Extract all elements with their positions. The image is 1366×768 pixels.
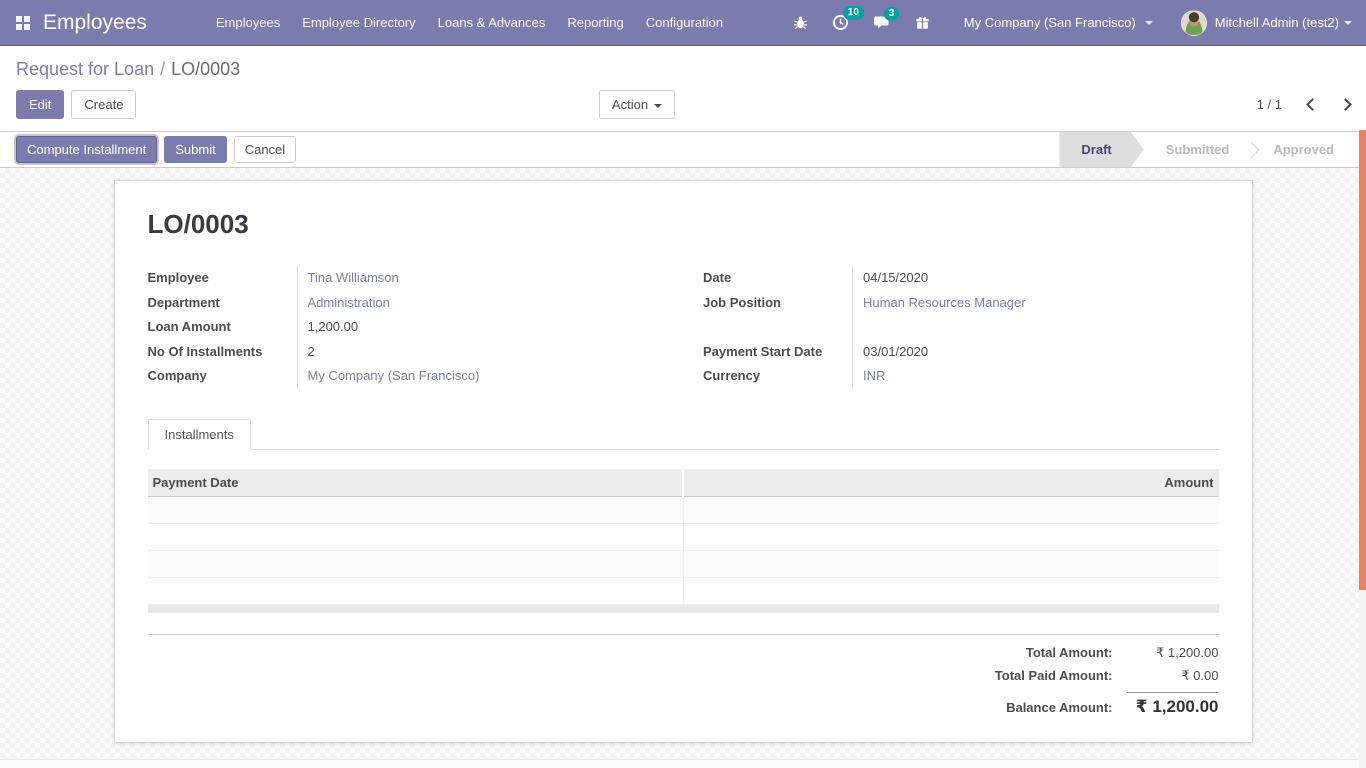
company-name: My Company (San Francisco)	[964, 15, 1136, 30]
app-brand[interactable]: Employees	[43, 11, 147, 35]
table-row	[148, 550, 1219, 577]
field-payment-start-date: Payment Start Date 03/01/2020	[703, 340, 1219, 365]
installments-table: Payment Date Amount	[148, 469, 1219, 605]
messages-button[interactable]: 3	[873, 15, 891, 31]
menu-configuration[interactable]: Configuration	[635, 0, 734, 46]
record-title: LO/0003	[148, 209, 1219, 240]
activities-button[interactable]: 10	[832, 14, 849, 31]
main-menu: Employees Employee Directory Loans & Adv…	[205, 0, 734, 46]
apps-grid-icon	[16, 16, 30, 30]
bug-icon	[793, 15, 808, 30]
pager-value: 1 / 1	[1257, 97, 1282, 112]
breadcrumb: Request for Loan / LO/0003	[0, 46, 1366, 82]
field-employee: Employee Tina Williamson	[148, 266, 664, 291]
column-amount[interactable]: Amount	[683, 469, 1219, 497]
submit-button[interactable]: Submit	[164, 136, 226, 163]
balance-amount-row: Balance Amount: ₹ 1,200.00	[1006, 692, 1218, 717]
chevron-down-icon	[654, 104, 662, 108]
compute-installment-button[interactable]: Compute Installment	[16, 136, 157, 163]
field-currency: Currency INR	[703, 364, 1219, 389]
menu-reporting[interactable]: Reporting	[556, 0, 634, 46]
table-row	[148, 577, 1219, 604]
field-department: Department Administration	[148, 291, 664, 316]
cancel-button[interactable]: Cancel	[234, 136, 296, 163]
company-switcher[interactable]: My Company (San Francisco)	[954, 15, 1153, 30]
menu-employees[interactable]: Employees	[205, 0, 291, 46]
table-row	[148, 496, 1219, 523]
total-amount-row: Total Amount: ₹ 1,200.00	[1026, 645, 1219, 661]
form-statusbar: Compute Installment Submit Cancel Draft …	[0, 131, 1366, 168]
user-name: Mitchell Admin (test2)	[1215, 15, 1339, 30]
totals-block: Total Amount: ₹ 1,200.00 Total Paid Amou…	[148, 645, 1219, 724]
debug-button[interactable]	[793, 15, 808, 30]
field-company: Company My Company (San Francisco)	[148, 364, 664, 389]
vertical-scrollbar	[1359, 130, 1366, 768]
menu-employee-directory[interactable]: Employee Directory	[291, 0, 426, 46]
tab-installments[interactable]: Installments	[148, 419, 251, 450]
field-job-position: Job Position Human Resources Manager	[703, 291, 1219, 316]
status-approved[interactable]: Approved	[1251, 132, 1356, 167]
totals-separator	[148, 634, 1219, 635]
menu-loans-advances[interactable]: Loans & Advances	[427, 0, 557, 46]
action-dropdown[interactable]: Action	[599, 90, 675, 119]
apps-menu-button[interactable]	[16, 16, 30, 30]
field-no-of-installments: No Of Installments 2	[148, 340, 664, 365]
column-payment-date[interactable]: Payment Date	[148, 469, 684, 497]
bottom-scroll-area	[0, 759, 1359, 768]
gift-button[interactable]	[915, 15, 930, 30]
chevron-down-icon	[1145, 21, 1153, 25]
edit-button[interactable]: Edit	[16, 90, 64, 119]
user-menu[interactable]: Mitchell Admin (test2)	[1165, 10, 1352, 36]
top-navbar: Employees Employees Employee Directory L…	[0, 0, 1366, 46]
table-row	[148, 523, 1219, 550]
avatar	[1181, 10, 1207, 36]
gift-icon	[915, 15, 930, 30]
table-footer-strip	[148, 605, 1219, 613]
chevron-down-icon	[1344, 21, 1352, 25]
form-sheet: LO/0003 Employee Tina Williamson Departm…	[114, 180, 1253, 743]
pager-next-button[interactable]	[1339, 98, 1352, 111]
field-spacer	[703, 315, 1219, 340]
activities-badge: 10	[843, 6, 864, 20]
total-paid-amount-row: Total Paid Amount: ₹ 0.00	[995, 668, 1219, 684]
breadcrumb-parent-link[interactable]: Request for Loan	[16, 59, 154, 79]
field-group: Employee Tina Williamson Department Admi…	[148, 266, 1219, 389]
breadcrumb-separator: /	[160, 59, 165, 79]
field-loan-amount: Loan Amount 1,200.00	[148, 315, 664, 340]
status-draft[interactable]: Draft	[1059, 132, 1143, 167]
status-steps: Draft Submitted Approved	[1059, 132, 1356, 167]
status-submitted[interactable]: Submitted	[1144, 132, 1252, 167]
messages-badge: 3	[884, 7, 900, 21]
control-panel: Request for Loan / LO/0003 Edit Create Act…	[0, 46, 1366, 131]
form-view-background: LO/0003 Employee Tina Williamson Departm…	[0, 168, 1366, 768]
notebook-tabs: Installments	[148, 419, 1219, 450]
pager: 1 / 1	[1257, 97, 1350, 112]
pager-previous-button[interactable]	[1306, 98, 1319, 111]
field-date: Date 04/15/2020	[703, 266, 1219, 291]
create-button[interactable]: Create	[71, 90, 136, 119]
scrollbar-thumb[interactable]	[1359, 130, 1366, 590]
breadcrumb-current: LO/0003	[171, 59, 240, 79]
